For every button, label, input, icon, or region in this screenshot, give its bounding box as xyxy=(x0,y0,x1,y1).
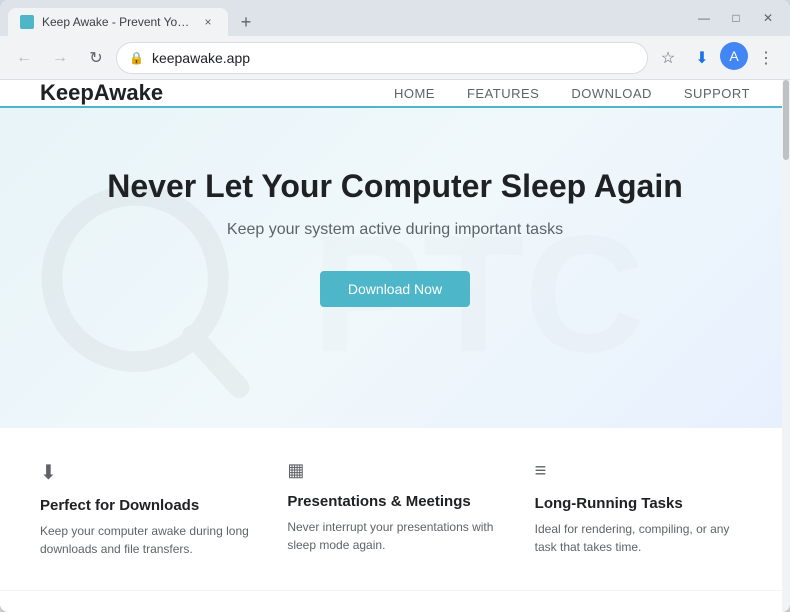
profile-button[interactable]: A xyxy=(720,42,748,70)
forward-icon: → xyxy=(52,49,68,67)
back-button[interactable]: ← xyxy=(8,42,40,74)
lock-icon: 🔒 xyxy=(129,51,144,65)
maximize-button[interactable]: □ xyxy=(722,4,750,32)
feature-presentations-title: Presentations & Meetings xyxy=(287,493,502,510)
refresh-button[interactable]: ↻ xyxy=(80,42,112,74)
more-button[interactable]: ⋮ xyxy=(750,42,782,74)
minimize-button[interactable]: — xyxy=(690,4,718,32)
more-icon: ⋮ xyxy=(758,48,774,68)
features-section: ⬇ Perfect for Downloads Keep your comput… xyxy=(0,428,790,590)
site-nav: HOME FEATURES DOWNLOAD SUPPORT xyxy=(394,86,750,101)
tab-area: Keep Awake - Prevent Your Co... × + xyxy=(8,0,686,36)
bookmark-button[interactable]: ☆ xyxy=(652,42,684,74)
feature-presentations: ▦ Presentations & Meetings Never interru… xyxy=(287,460,502,558)
hero-subtitle: Keep your system active during important… xyxy=(40,221,750,239)
feature-tasks: ≡ Long-Running Tasks Ideal for rendering… xyxy=(535,460,750,558)
nav-actions: ☆ ⬇ A ⋮ xyxy=(652,42,782,74)
url-text: keepawake.app xyxy=(152,50,635,66)
feature-presentations-desc: Never interrupt your presentations with … xyxy=(287,518,502,554)
address-bar[interactable]: 🔒 keepawake.app xyxy=(116,42,648,74)
site-logo: KeepAwake xyxy=(40,80,163,106)
nav-item-support[interactable]: SUPPORT xyxy=(684,86,750,101)
download-now-button[interactable]: Download Now xyxy=(320,271,470,307)
features-grid: ⬇ Perfect for Downloads Keep your comput… xyxy=(40,460,750,558)
feature-tasks-title: Long-Running Tasks xyxy=(535,495,750,512)
presentations-icon: ▦ xyxy=(287,460,502,481)
hero-content: Never Let Your Computer Sleep Again Keep… xyxy=(40,168,750,307)
forward-button[interactable]: → xyxy=(44,42,76,74)
back-icon: ← xyxy=(16,49,32,67)
feature-downloads: ⬇ Perfect for Downloads Keep your comput… xyxy=(40,460,255,558)
bookmark-icon: ☆ xyxy=(661,48,675,68)
nav-item-download[interactable]: DOWNLOAD xyxy=(571,86,652,101)
nav-bar: ← → ↻ 🔒 keepawake.app ☆ ⬇ A ⋮ xyxy=(0,36,790,80)
scrollbar-track[interactable] xyxy=(782,80,790,612)
browser-tab[interactable]: Keep Awake - Prevent Your Co... × xyxy=(8,8,228,36)
close-window-button[interactable]: ✕ xyxy=(754,4,782,32)
site-header: KeepAwake HOME FEATURES DOWNLOAD SUPPORT xyxy=(0,80,790,108)
new-tab-button[interactable]: + xyxy=(232,8,260,36)
tab-title: Keep Awake - Prevent Your Co... xyxy=(42,15,192,29)
title-bar: Keep Awake - Prevent Your Co... × + — □ … xyxy=(0,0,790,36)
feature-tasks-desc: Ideal for rendering, compiling, or any t… xyxy=(535,520,750,556)
downloads-icon: ⬇ xyxy=(40,460,255,485)
profile-icon: A xyxy=(729,48,738,64)
download-icon: ⬇ xyxy=(695,48,708,68)
feature-downloads-desc: Keep your computer awake during long dow… xyxy=(40,522,255,558)
tab-close-button[interactable]: × xyxy=(200,14,216,30)
window-controls: — □ ✕ xyxy=(690,4,782,32)
page-content: KeepAwake HOME FEATURES DOWNLOAD SUPPORT… xyxy=(0,80,790,612)
hero-section: PTC Never Let Your Computer Sleep Again … xyxy=(0,108,790,428)
tasks-icon: ≡ xyxy=(535,460,750,483)
download-button[interactable]: ⬇ xyxy=(686,42,718,74)
scrollbar-thumb[interactable] xyxy=(783,80,789,160)
features-bottom: ⚡ Battery Friendly ⚙ Easy to Use 🛡 Secur… xyxy=(0,590,790,612)
nav-item-features[interactable]: FEATURES xyxy=(467,86,539,101)
hero-title: Never Let Your Computer Sleep Again xyxy=(40,168,750,205)
refresh-icon: ↻ xyxy=(89,48,102,68)
browser-window: Keep Awake - Prevent Your Co... × + — □ … xyxy=(0,0,790,612)
feature-downloads-title: Perfect for Downloads xyxy=(40,497,255,514)
tab-favicon xyxy=(20,15,34,29)
nav-item-home[interactable]: HOME xyxy=(394,86,435,101)
